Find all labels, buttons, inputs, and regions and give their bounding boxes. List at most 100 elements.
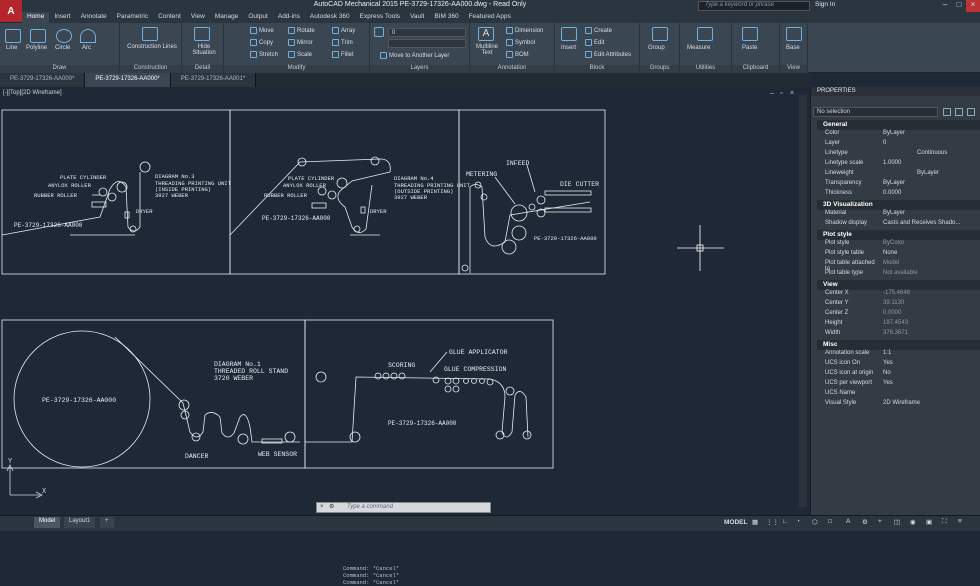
app-menu-button[interactable]: A xyxy=(0,0,22,22)
layer-properties-icon[interactable] xyxy=(374,27,384,37)
sign-in-link[interactable]: Sign In xyxy=(815,1,835,8)
units-icon[interactable]: ◫ xyxy=(894,518,900,526)
model-tab[interactable]: Model xyxy=(34,517,61,528)
tab-annotate[interactable]: Annotate xyxy=(76,12,112,23)
polyline-icon[interactable] xyxy=(30,29,46,43)
doc-tab-3[interactable]: PE-3729-17326-AA001* xyxy=(170,73,257,87)
quick-select-icon[interactable] xyxy=(967,108,975,116)
multiline-text-button[interactable]: Multiline Text xyxy=(472,44,502,56)
tab-output[interactable]: Output xyxy=(243,12,273,23)
command-line-input[interactable]: × ⚙ Type a command xyxy=(316,502,491,513)
doc-tab-2[interactable]: PE-3729-17326-AA000* xyxy=(85,73,171,87)
drawing-canvas[interactable]: [-][Top][2D Wireframe] – ▫ × PLATE CYLIN… xyxy=(0,87,808,586)
bom-button[interactable]: BOM xyxy=(506,51,529,58)
polar-icon[interactable]: ◔ xyxy=(796,518,800,525)
tab-home[interactable]: Home xyxy=(22,12,50,23)
scale-button[interactable]: Scale xyxy=(288,51,312,58)
prop-row[interactable]: UCS icon On Yes xyxy=(817,360,980,370)
section-plot-style[interactable]: Plot style xyxy=(817,230,980,240)
layer-dropdown[interactable]: 0 xyxy=(388,28,466,37)
section-view[interactable]: View xyxy=(817,280,980,290)
modify-panel-title[interactable]: Modify xyxy=(224,65,369,73)
fillet-button[interactable]: Fillet xyxy=(332,51,354,58)
annotation-scale-icon[interactable]: A xyxy=(846,518,850,525)
tab-insert[interactable]: Insert xyxy=(49,12,75,23)
prop-row[interactable]: Transparency ByLayer xyxy=(817,180,980,190)
isodraft-icon[interactable]: ⬡ xyxy=(812,518,818,526)
arc-icon[interactable] xyxy=(80,29,96,43)
prop-row[interactable]: Plot table attached to Model xyxy=(817,260,980,272)
prop-row[interactable]: Lineweight ByLayer xyxy=(817,170,980,180)
prop-row[interactable]: UCS icon at origin No xyxy=(817,370,980,380)
search-input[interactable]: Type a keyword or phrase xyxy=(698,1,810,11)
copy-button[interactable]: Copy xyxy=(250,39,273,46)
command-settings-icon[interactable]: ⚙ xyxy=(329,503,334,512)
construction-panel-title[interactable]: Construction xyxy=(120,65,181,73)
layers-panel-title[interactable]: Layers xyxy=(370,65,469,73)
prop-row[interactable]: UCS per viewport Yes xyxy=(817,380,980,390)
section-general[interactable]: General xyxy=(817,120,980,130)
prop-row[interactable]: Center Z 0.0000 xyxy=(817,310,980,320)
prop-row[interactable]: UCS Name xyxy=(817,390,980,400)
base-view-icon[interactable] xyxy=(786,27,802,41)
groups-panel-title[interactable]: Groups xyxy=(640,65,679,73)
edit-block-button[interactable]: Edit xyxy=(585,39,604,46)
prop-row[interactable]: Shadow display Casts and Receives Shado..… xyxy=(817,220,980,230)
prop-row[interactable]: Thickness 0.0000 xyxy=(817,190,980,200)
prop-row[interactable]: Material ByLayer xyxy=(817,210,980,220)
layer-state-dropdown[interactable] xyxy=(388,39,466,48)
mirror-button[interactable]: Mirror xyxy=(288,39,313,46)
section-3d-visualization[interactable]: 3D Visualization xyxy=(817,200,980,210)
tab-parametric[interactable]: Parametric xyxy=(112,12,153,23)
tab-autodesk-360[interactable]: Autodesk 360 xyxy=(305,12,355,23)
tab-add-ins[interactable]: Add-ins xyxy=(273,12,305,23)
isolate-objects-icon[interactable]: ◉ xyxy=(910,518,916,526)
paste-button[interactable]: Paste xyxy=(742,45,757,51)
snap-icon[interactable]: ⋮⋮ xyxy=(766,518,779,526)
tab-bim-360[interactable]: BIM 360 xyxy=(429,12,463,23)
group-icon[interactable] xyxy=(652,27,668,41)
hide-situation-icon[interactable] xyxy=(194,27,210,41)
prop-row[interactable]: Height 197.4543 xyxy=(817,320,980,330)
tab-express-tools[interactable]: Express Tools xyxy=(355,12,405,23)
rotate-button[interactable]: Rotate xyxy=(288,27,315,34)
insert-icon[interactable] xyxy=(561,27,577,41)
move-button[interactable]: Move xyxy=(250,27,274,34)
minimize-icon[interactable]: – xyxy=(938,0,952,12)
annotation-panel-title[interactable]: Annotation xyxy=(470,65,554,73)
stretch-button[interactable]: Stretch xyxy=(250,51,278,58)
edit-attributes-button[interactable]: Edit Attributes xyxy=(585,51,631,58)
tab-view[interactable]: View xyxy=(186,12,210,23)
prop-row[interactable]: Visual Style 2D Wireframe xyxy=(817,400,980,410)
prop-row[interactable]: Plot style table None xyxy=(817,250,980,260)
tab-content[interactable]: Content xyxy=(153,12,186,23)
tab-vault[interactable]: Vault xyxy=(405,12,429,23)
detail-panel-title[interactable]: Detail xyxy=(182,65,223,73)
line-button[interactable]: Line xyxy=(6,45,17,51)
select-objects-icon[interactable] xyxy=(955,108,963,116)
prop-row[interactable]: Center X -175.4648 xyxy=(817,290,980,300)
measure-button[interactable]: Measure xyxy=(687,45,710,51)
object-snap-icon[interactable]: □ xyxy=(828,518,832,525)
cad-drawing[interactable]: PLATE CYLINDER ANYLOX ROLLER RUBBER ROLL… xyxy=(0,87,808,515)
draw-panel-title[interactable]: Draw xyxy=(0,65,119,73)
base-view-button[interactable]: Base xyxy=(786,45,800,51)
prop-row[interactable]: Annotation scale 1:1 xyxy=(817,350,980,360)
add-layout-button[interactable]: + xyxy=(100,517,114,528)
hardware-acceleration-icon[interactable]: ▣ xyxy=(926,518,932,526)
polyline-button[interactable]: Polyline xyxy=(26,45,47,51)
prop-row[interactable]: Linetype scale 1.0000 xyxy=(817,160,980,170)
annotation-monitor-icon[interactable]: + xyxy=(878,518,882,525)
circle-button[interactable]: Circle xyxy=(55,45,70,51)
prop-row[interactable]: Layer 0 xyxy=(817,140,980,150)
dimension-button[interactable]: Dimension xyxy=(506,27,543,34)
array-button[interactable]: Array xyxy=(332,27,355,34)
create-block-button[interactable]: Create xyxy=(585,27,612,34)
tab-featured-apps[interactable]: Featured Apps xyxy=(464,12,516,23)
prop-row[interactable]: Plot table type Not available xyxy=(817,270,980,280)
multiline-text-icon[interactable]: A xyxy=(478,27,494,41)
line-icon[interactable] xyxy=(5,29,21,43)
grid-icon[interactable]: ▦ xyxy=(752,518,758,526)
construction-lines-button[interactable]: Construction Lines xyxy=(124,44,180,50)
tab-manage[interactable]: Manage xyxy=(210,12,244,23)
